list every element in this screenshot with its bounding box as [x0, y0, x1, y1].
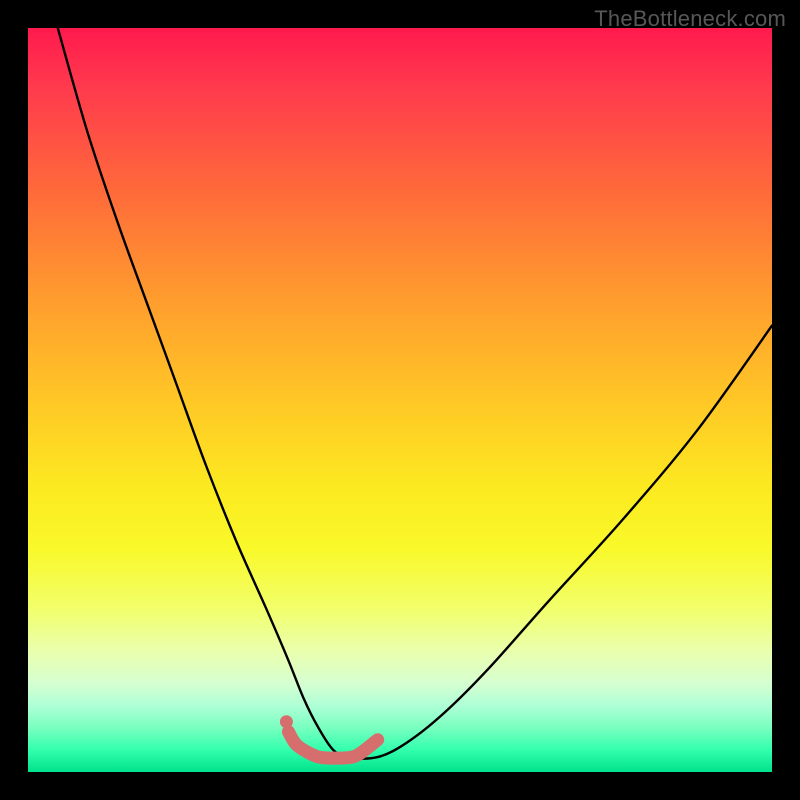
valley-marker-dot-left [280, 715, 293, 728]
bottleneck-curve-svg [28, 28, 772, 772]
watermark-text: TheBottleneck.com [594, 6, 786, 32]
valley-marker-path [288, 732, 377, 758]
chart-plot-area [28, 28, 772, 772]
bottleneck-curve-path [58, 28, 772, 759]
